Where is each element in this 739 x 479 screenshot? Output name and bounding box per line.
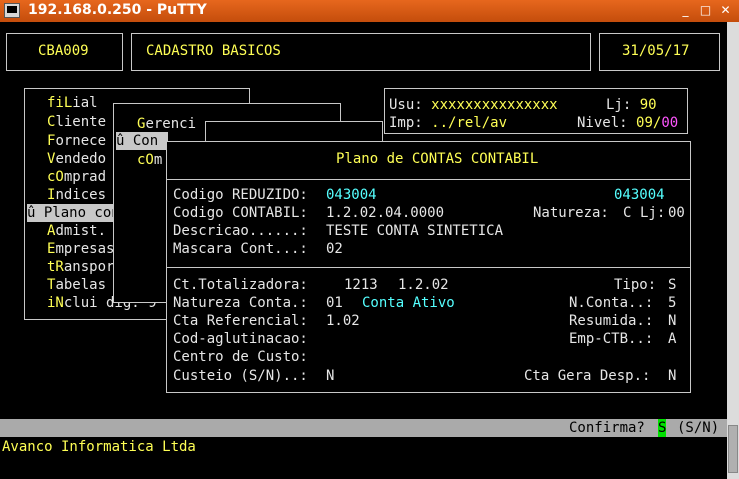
ct-totalizadora-field[interactable]: 1213 xyxy=(344,276,378,294)
form-title: Plano de CONTAS CONTABIL xyxy=(336,151,539,167)
putty-icon[interactable] xyxy=(4,3,20,18)
nivel-line: Nivel: 09/00 xyxy=(577,115,679,131)
resumida-label: Resumida.: xyxy=(569,313,654,329)
screen-title-box: CADASTRO BASICOS xyxy=(131,33,591,71)
close-button[interactable]: ✕ xyxy=(718,3,733,18)
minimize-button[interactable]: _ xyxy=(678,3,693,18)
mascara-field[interactable]: 02 xyxy=(326,240,343,258)
cod-contabil-label: Codigo CONTABIL: xyxy=(173,205,308,221)
confirm-label: Confirma? xyxy=(569,420,645,436)
menu-item-cliente[interactable]: Cliente xyxy=(47,113,106,131)
cod-aglutinacao-label: Cod-aglutinacao: xyxy=(173,331,308,347)
company-name: Avanco Informatica Ltda xyxy=(2,439,196,455)
ct-totalizadora-code: 1.2.02 xyxy=(398,277,449,293)
n-conta-label: N.Conta..: xyxy=(569,295,654,311)
descricao-label: Descricao......: xyxy=(173,223,308,239)
printer-line: Imp: ../rel/av xyxy=(389,115,508,131)
current-date: 31/05/17 xyxy=(622,43,690,59)
date-box: 31/05/17 xyxy=(599,33,720,71)
scrollbar[interactable] xyxy=(727,22,739,479)
cod-contabil-field[interactable]: 1.2.02.04.0000 xyxy=(326,204,444,222)
resumida-field[interactable]: N xyxy=(668,312,676,330)
program-code: CBA009 xyxy=(38,43,89,59)
centro-custo-label: Centro de Custo: xyxy=(173,349,308,365)
natureza-conta-desc: Conta Ativo xyxy=(362,295,455,311)
menu-item-fornecedor[interactable]: Fornece xyxy=(47,132,106,150)
natureza-conta-field[interactable]: 01 xyxy=(326,294,343,312)
maximize-button[interactable]: □ xyxy=(698,3,713,18)
loja-field[interactable]: 00 xyxy=(668,204,685,222)
submenu-item-contas[interactable]: û Con xyxy=(116,132,168,150)
cta-referencial-field[interactable]: 1.02 xyxy=(326,312,360,330)
confirm-input[interactable]: S xyxy=(658,419,667,437)
tipo-label: Tipo: xyxy=(614,277,657,293)
cod-reduzido-field[interactable]: 043004 xyxy=(326,186,377,204)
form-divider-top xyxy=(167,179,690,180)
user-line: Usu: xxxxxxxxxxxxxxx xyxy=(389,97,558,113)
natureza-field[interactable]: C xyxy=(623,204,631,222)
tipo-field[interactable]: S xyxy=(668,276,676,294)
emp-ctb-field[interactable]: A xyxy=(668,330,676,348)
title-bar: 192.168.0.250 - PuTTY _ □ ✕ xyxy=(0,0,739,22)
window-title: 192.168.0.250 - PuTTY xyxy=(28,2,207,18)
cod-reduzido-label: Codigo REDUZIDO: xyxy=(173,187,308,203)
program-code-box: CBA009 xyxy=(6,33,123,71)
scrollbar-thumb[interactable] xyxy=(728,425,738,473)
cta-gera-desp-field[interactable]: N xyxy=(668,367,676,385)
screen-title: CADASTRO BASICOS xyxy=(146,43,281,59)
ct-totalizadora-label: Ct.Totalizadora: xyxy=(173,277,308,293)
custeio-label: Custeio (S/N)..: xyxy=(173,368,308,384)
loja-label: Lj: xyxy=(640,205,666,221)
cta-gera-desp-label: Cta Gera Desp.: xyxy=(524,368,651,384)
mascara-label: Mascara Cont...: xyxy=(173,241,308,257)
n-conta-field[interactable]: 5 xyxy=(668,294,676,312)
submenu-item-compras[interactable]: cOm xyxy=(137,151,162,169)
descricao-field[interactable]: TESTE CONTA SINTETICA xyxy=(326,222,503,240)
natureza-conta-label: Natureza Conta.: xyxy=(173,295,308,311)
submenu-title[interactable]: Gerenci xyxy=(137,115,196,133)
confirm-options: (S/N) xyxy=(677,420,720,436)
menu-item-filial[interactable]: fiLial xyxy=(47,94,98,112)
cod-reduzido-display: 043004 xyxy=(614,187,665,203)
menu-item-vendedor[interactable]: Vendedo xyxy=(47,150,106,168)
emp-ctb-label: Emp-CTB..: xyxy=(569,331,654,347)
form-divider-middle xyxy=(167,267,690,268)
natureza-label: Natureza: xyxy=(533,205,609,221)
status-bar: Confirma? S (S/N) xyxy=(0,419,727,437)
loja-line: Lj: 90 xyxy=(606,97,657,113)
menu-item-tabelas[interactable]: Tabelas xyxy=(47,276,106,294)
menu-item-comprador[interactable]: cOmprad xyxy=(47,168,106,186)
custeio-field[interactable]: N xyxy=(326,367,334,385)
cta-referencial-label: Cta Referencial: xyxy=(173,313,308,329)
